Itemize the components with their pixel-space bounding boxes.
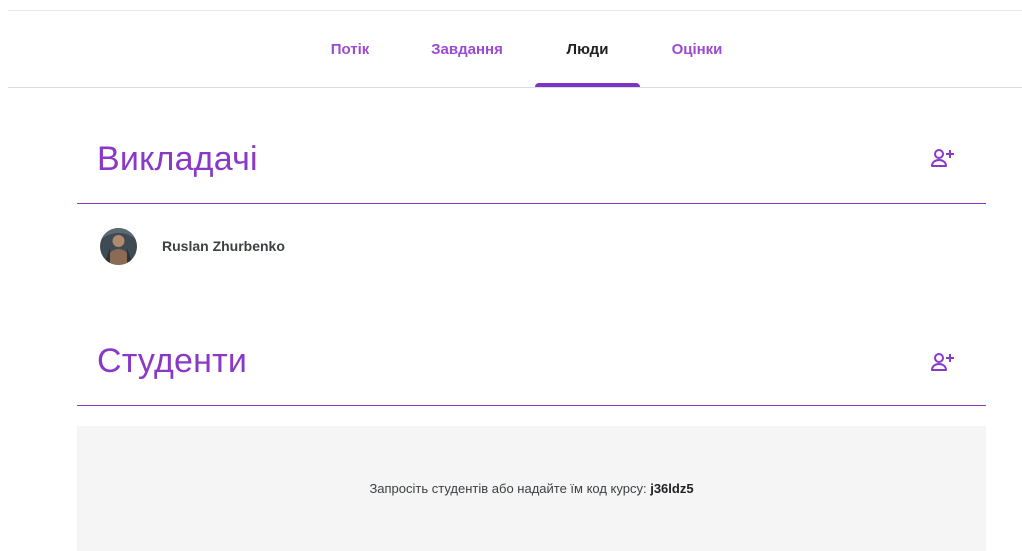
teacher-row[interactable]: Ruslan Zhurbenko — [100, 226, 285, 266]
invite-students-button[interactable] — [930, 350, 956, 374]
tab-grades-label: Оцінки — [671, 40, 723, 58]
teachers-divider — [77, 203, 986, 204]
tab-stream-label: Потік — [330, 40, 370, 58]
teachers-heading: Викладачі — [97, 140, 258, 178]
invite-message: Запросіть студентів або надайте їм код к… — [369, 481, 693, 496]
invite-text: Запросіть студентів або надайте їм код к… — [369, 481, 651, 496]
tab-classwork[interactable]: Завдання — [414, 11, 520, 87]
person-add-icon — [931, 149, 954, 167]
tabs-divider — [8, 87, 1022, 88]
avatar-photo — [100, 227, 137, 265]
person-add-icon — [931, 353, 954, 371]
class-tabs: Потік Завдання Люди Оцінки — [0, 11, 1022, 87]
teacher-name: Ruslan Zhurbenko — [162, 238, 285, 254]
tab-classwork-label: Завдання — [431, 40, 503, 58]
students-empty-state: Запросіть студентів або надайте їм код к… — [77, 426, 986, 551]
invite-teachers-button[interactable] — [930, 146, 956, 170]
tab-people[interactable]: Люди — [535, 11, 640, 87]
course-code[interactable]: j36ldz5 — [650, 481, 693, 496]
tab-grades[interactable]: Оцінки — [654, 11, 740, 87]
tab-stream[interactable]: Потік — [310, 11, 390, 87]
people-page: Потік Завдання Люди Оцінки Викладачі Rus… — [0, 0, 1022, 551]
students-divider — [77, 405, 986, 406]
students-heading: Студенти — [97, 342, 248, 380]
avatar — [100, 227, 137, 265]
tab-people-label: Люди — [566, 40, 609, 58]
